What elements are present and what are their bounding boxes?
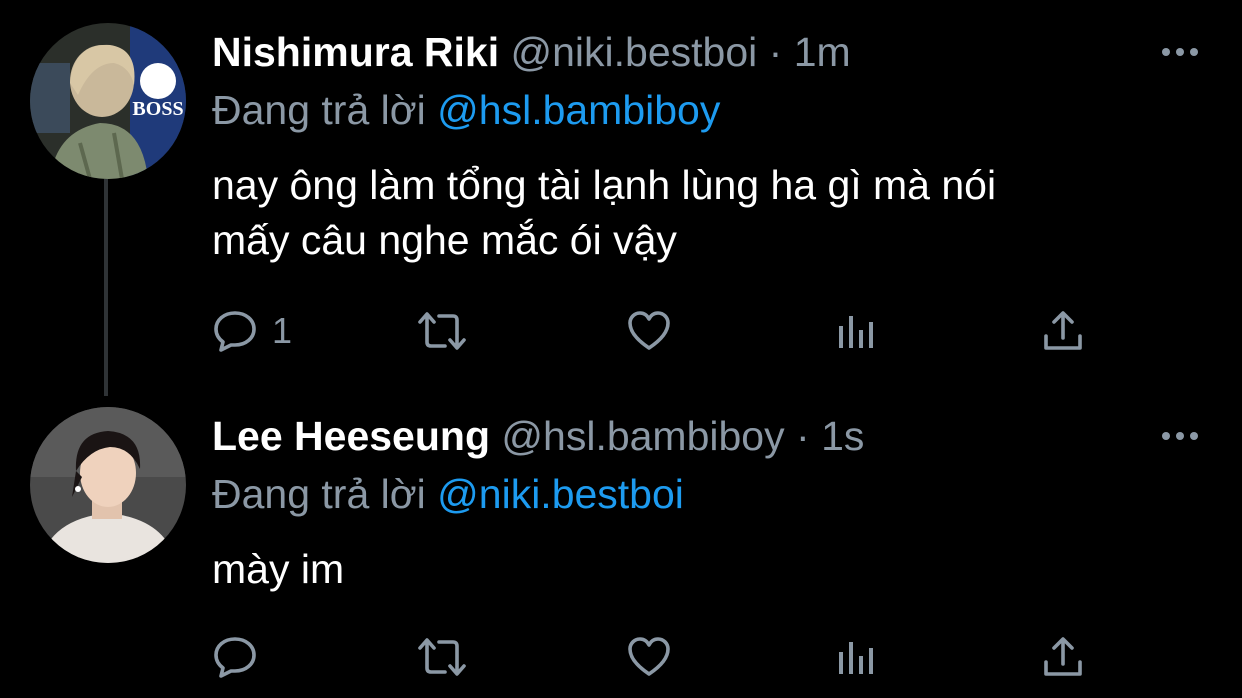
bar-chart-icon (839, 316, 873, 348)
retweet-button[interactable] (414, 632, 470, 682)
tweet-text-line: mày im (212, 546, 345, 592)
tweet-text-line: nay ông làm tổng tài lạnh lùng ha gì mà … (212, 162, 997, 208)
replying-to-label: Đang trả lời (212, 471, 426, 517)
more-horizontal-icon (1162, 48, 1198, 56)
more-options-button[interactable] (1160, 426, 1200, 446)
share-upload-icon (1044, 311, 1082, 350)
reply-bubble-icon (214, 637, 256, 678)
replying-to-label: Đang trả lời (212, 87, 426, 133)
timestamp[interactable]: 1s (821, 413, 864, 459)
tweet-actions: 1 (212, 306, 1092, 356)
display-name[interactable]: Lee Heeseung (212, 413, 490, 459)
user-handle[interactable]: @niki.bestboi (511, 29, 758, 75)
separator-dot: · (768, 29, 783, 75)
share-button[interactable] (1040, 632, 1086, 682)
heart-icon (628, 637, 670, 676)
reply-count: 1 (272, 310, 293, 351)
tweet-actions (212, 632, 1092, 682)
heart-icon (628, 311, 670, 350)
more-options-button[interactable] (1160, 42, 1200, 62)
like-button[interactable] (626, 306, 672, 356)
avatar[interactable]: BOSS (30, 23, 186, 179)
views-button[interactable] (832, 306, 878, 356)
tweet-text: mày im (212, 542, 1192, 597)
bar-chart-icon (839, 642, 873, 674)
tweet-header: Nishimura Riki @niki.bestboi · 1m (212, 28, 851, 76)
reply-bubble-icon (214, 311, 256, 352)
like-button[interactable] (626, 632, 672, 682)
display-name[interactable]: Nishimura Riki (212, 29, 499, 75)
timestamp[interactable]: 1m (794, 29, 851, 75)
tweet-header: Lee Heeseung @hsl.bambiboy · 1s (212, 412, 864, 460)
tweet[interactable]: Lee Heeseung @hsl.bambiboy · 1s Đang trả… (0, 396, 1242, 698)
retweet-button[interactable] (414, 306, 470, 356)
more-horizontal-icon (1162, 432, 1198, 440)
tweet[interactable]: BOSS Nishimura Riki @niki.bestboi · 1m Đ… (0, 0, 1242, 396)
replying-to: Đang trả lời @hsl.bambiboy (212, 86, 720, 134)
views-button[interactable] (832, 632, 878, 682)
replying-to-mention[interactable]: @niki.bestboi (437, 471, 684, 517)
tweet-text-line: mấy câu nghe mắc ói vậy (212, 217, 677, 263)
replying-to-mention[interactable]: @hsl.bambiboy (437, 87, 720, 133)
tweet-text: nay ông làm tổng tài lạnh lùng ha gì mà … (212, 158, 1192, 268)
user-handle[interactable]: @hsl.bambiboy (501, 413, 784, 459)
replying-to: Đang trả lời @niki.bestboi (212, 470, 684, 518)
avatar[interactable] (30, 407, 186, 563)
separator-dot: · (796, 413, 810, 459)
retweet-icon (418, 638, 466, 676)
reply-button[interactable]: 1 (212, 306, 292, 356)
share-upload-icon (1044, 637, 1082, 676)
svg-text:BOSS: BOSS (132, 98, 183, 120)
reply-button[interactable] (212, 632, 272, 682)
retweet-icon (418, 312, 466, 350)
share-button[interactable] (1040, 306, 1086, 356)
